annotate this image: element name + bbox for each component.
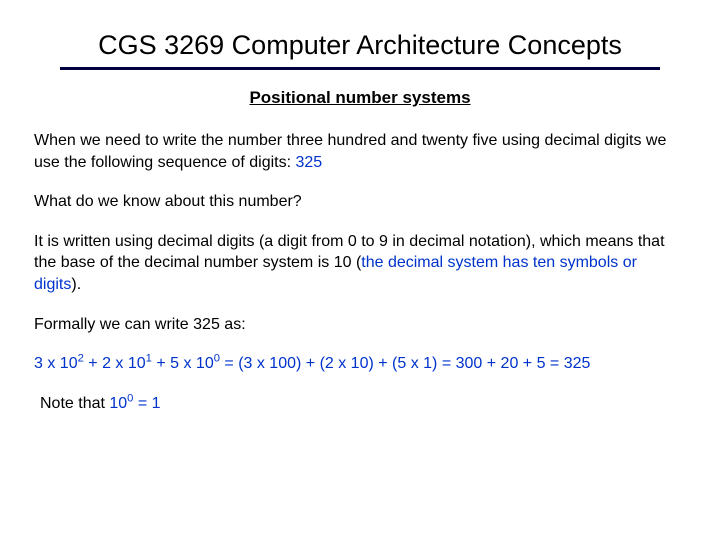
- title-rule: [60, 67, 660, 70]
- paragraph-4: Formally we can write 325 as:: [34, 314, 686, 336]
- note-a: Note that: [40, 395, 109, 412]
- eq-t1: 3 x 10: [34, 355, 78, 372]
- eq-t3: + 5 x 10: [152, 355, 214, 372]
- paragraph-3: It is written using decimal digits (a di…: [34, 231, 686, 296]
- eq-t4: = (3 x 100) + (2 x 10) + (5 x 1) = 300 +…: [220, 355, 590, 372]
- slide-body: When we need to write the number three h…: [30, 130, 690, 414]
- paragraph-1-number: 325: [296, 154, 323, 171]
- equation-line: 3 x 102 + 2 x 101 + 5 x 100 = (3 x 100) …: [34, 353, 686, 375]
- slide: CGS 3269 Computer Architecture Concepts …: [0, 0, 720, 540]
- paragraph-1: When we need to write the number three h…: [34, 130, 686, 173]
- paragraph-2: What do we know about this number?: [34, 191, 686, 213]
- note-line: Note that 100 = 1: [40, 393, 686, 415]
- eq-t2: + 2 x 10: [84, 355, 146, 372]
- paragraph-1-text: When we need to write the number three h…: [34, 132, 666, 171]
- note-base: 10: [109, 395, 127, 412]
- slide-subtitle: Positional number systems: [30, 88, 690, 108]
- paragraph-3-c: ).: [71, 276, 81, 293]
- note-c: = 1: [133, 395, 160, 412]
- slide-title: CGS 3269 Computer Architecture Concepts: [70, 30, 650, 61]
